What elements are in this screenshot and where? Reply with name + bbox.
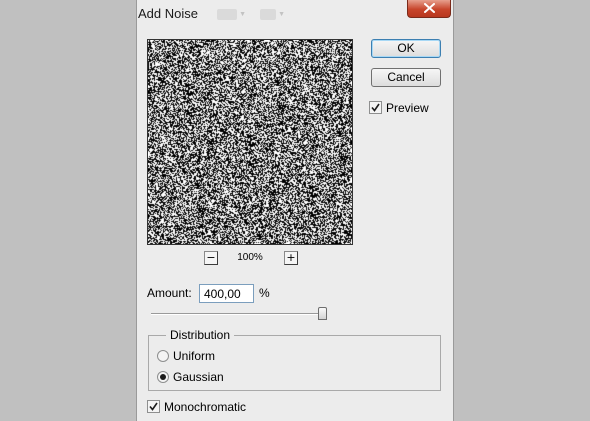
minus-icon: −: [206, 251, 216, 264]
toolbar-ghost-icon: ▼: [217, 9, 246, 20]
amount-value: 400,00: [204, 287, 241, 301]
check-icon: [371, 103, 380, 112]
gaussian-label[interactable]: Gaussian: [173, 370, 224, 384]
ok-button[interactable]: OK: [371, 39, 441, 58]
preview-checkbox[interactable]: [369, 101, 382, 114]
amount-input[interactable]: 400,00: [199, 284, 254, 303]
amount-unit: %: [259, 286, 270, 300]
noise-preview[interactable]: [147, 39, 353, 245]
noise-preview-image: [148, 40, 352, 244]
add-noise-dialog: Add Noise ▼ ▼ − 100% + OK Cancel Preview…: [136, 0, 454, 421]
close-icon: [424, 3, 435, 13]
uniform-radio[interactable]: [157, 350, 169, 362]
zoom-in-button[interactable]: +: [284, 251, 298, 265]
amount-label: Amount:: [147, 286, 192, 300]
monochromatic-checkbox[interactable]: [147, 400, 160, 413]
gaussian-radio[interactable]: [157, 371, 169, 383]
zoom-level: 100%: [237, 252, 263, 263]
uniform-label[interactable]: Uniform: [173, 349, 215, 363]
amount-slider-track[interactable]: [151, 313, 325, 315]
radio-selected-dot: [160, 374, 166, 380]
amount-slider-thumb[interactable]: [318, 307, 327, 320]
toolbar-ghost-icon: ▼: [260, 9, 285, 20]
close-button[interactable]: [407, 0, 451, 18]
plus-icon: +: [286, 251, 296, 264]
preview-label[interactable]: Preview: [386, 101, 429, 115]
title-bar[interactable]: Add Noise ▼ ▼: [137, 0, 453, 28]
distribution-legend: Distribution: [166, 328, 235, 342]
zoom-out-button[interactable]: −: [204, 251, 218, 265]
check-icon: [149, 402, 158, 411]
dialog-title: Add Noise: [138, 6, 198, 21]
cancel-button[interactable]: Cancel: [371, 68, 441, 87]
monochromatic-label[interactable]: Monochromatic: [164, 400, 246, 414]
